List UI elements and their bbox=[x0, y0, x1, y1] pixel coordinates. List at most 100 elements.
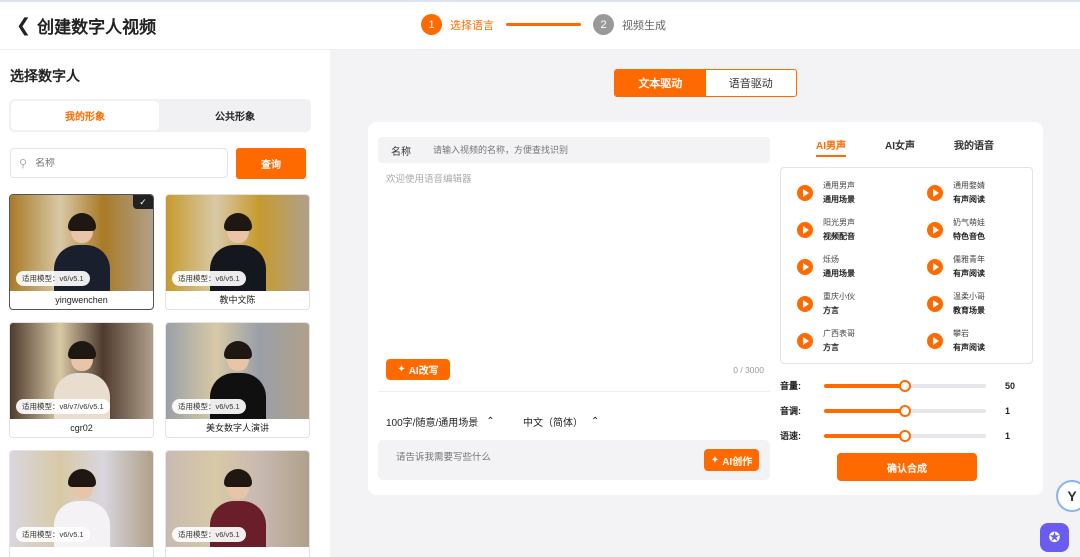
voice-drive-tab[interactable]: 语音驱动 bbox=[706, 70, 797, 96]
tab-public-avatars[interactable]: 公共形象 bbox=[161, 101, 309, 130]
play-icon[interactable] bbox=[797, 184, 813, 201]
voice-type: 有声阅读 bbox=[953, 343, 985, 352]
voice-name: 奶气萌娃 bbox=[953, 218, 985, 227]
voice-item[interactable]: 儒雅青年 有声阅读 bbox=[927, 254, 985, 279]
voice-type: 视频配音 bbox=[823, 232, 855, 241]
voice-list: 通用男声 通用场景 通用婺婧 有声阅读 阳光男声 视频配音 奶气萌娃 特色音色 烁炀 通用场景 儒雅… bbox=[780, 167, 1033, 364]
play-icon[interactable] bbox=[797, 258, 813, 275]
avatar-card[interactable]: 适用模型：v6/v5.1 bbox=[165, 450, 310, 557]
search-input[interactable] bbox=[35, 157, 206, 169]
play-icon[interactable] bbox=[797, 221, 813, 238]
prompt-input[interactable] bbox=[396, 452, 676, 463]
tab-my-avatars[interactable]: 我的形象 bbox=[11, 101, 159, 130]
name-row: 名称 bbox=[378, 137, 770, 163]
slider-handle[interactable] bbox=[899, 379, 911, 392]
slider-label: 语速: bbox=[780, 431, 801, 441]
play-icon[interactable] bbox=[797, 332, 813, 349]
avatar-thumbnail: 适用模型：v6/v5.1 bbox=[10, 451, 153, 547]
voice-name: 重庆小伙 bbox=[823, 292, 855, 301]
tab-ai-female[interactable]: AI女声 bbox=[885, 137, 915, 152]
magic-wand-icon: ✦ bbox=[710, 454, 720, 466]
voice-name: 烁炀 bbox=[823, 255, 839, 264]
voice-item[interactable]: 通用男声 通用场景 bbox=[797, 180, 855, 205]
language-select[interactable]: 中文（简体） ⌃ bbox=[515, 409, 608, 433]
tab-ai-male[interactable]: AI男声 bbox=[816, 137, 846, 157]
slider-label: 音调: bbox=[780, 406, 801, 416]
voice-item[interactable]: 通用婺婧 有声阅读 bbox=[927, 180, 985, 205]
chevron-up-icon: ⌃ bbox=[486, 415, 495, 427]
text-drive-tab[interactable]: 文本驱动 bbox=[615, 70, 706, 96]
voice-item[interactable]: 阳光男声 视频配音 bbox=[797, 217, 855, 242]
avatar-tabs: 我的形象 公共形象 bbox=[9, 99, 311, 132]
avatar-name: yingwenchen bbox=[55, 295, 108, 305]
voice-name: 广西表哥 bbox=[823, 329, 855, 338]
slider-row: 语速: 1 bbox=[780, 429, 1010, 442]
play-icon[interactable] bbox=[927, 332, 943, 349]
voice-type: 有声阅读 bbox=[953, 269, 985, 278]
ai-create-button[interactable]: ✦ AI创作 bbox=[704, 449, 759, 471]
avatar-card[interactable]: 适用模型：v8/v7/v6/v5.1 cgr02 bbox=[9, 322, 154, 438]
avatar-name: 美女数字人演讲 bbox=[205, 423, 269, 433]
slider-track[interactable] bbox=[824, 379, 986, 392]
back-button[interactable]: ❮ 创建数字人视频 bbox=[16, 13, 156, 38]
avatar-name: 教中文陈 bbox=[219, 295, 256, 305]
play-icon[interactable] bbox=[927, 221, 943, 238]
slider-track[interactable] bbox=[824, 404, 986, 417]
avatar-card[interactable]: 适用模型：v6/v5.1 美女数字人演讲 bbox=[165, 322, 310, 438]
avatar-card[interactable]: 适用模型：v6/v5.1 教中文陈 bbox=[165, 194, 310, 310]
ai-rewrite-button[interactable]: ✦ AI改写 bbox=[386, 359, 450, 380]
avatar-card[interactable]: 适用模型：v6/v5.1 bbox=[9, 450, 154, 557]
feedback-float-icon[interactable]: ✪ bbox=[1040, 523, 1069, 552]
sidebar-title: 选择数字人 bbox=[10, 68, 80, 84]
voice-item[interactable]: 重庆小伙 方言 bbox=[797, 291, 855, 316]
voice-item[interactable]: 攀岩 有声阅读 bbox=[927, 328, 985, 353]
search-button[interactable]: 查询 bbox=[236, 148, 306, 179]
voice-item[interactable]: 奶气萌娃 特色音色 bbox=[927, 217, 985, 242]
model-tag: 适用模型：v6/v5.1 bbox=[172, 399, 246, 414]
avatar-thumbnail: 适用模型：v8/v7/v6/v5.1 bbox=[10, 323, 153, 419]
voice-item[interactable]: 温柔小哥 教育场景 bbox=[927, 291, 985, 316]
voice-name: 儒雅青年 bbox=[953, 255, 985, 264]
voice-name: 温柔小哥 bbox=[953, 292, 985, 301]
slider-handle[interactable] bbox=[899, 429, 911, 442]
ai-rewrite-label: AI改写 bbox=[408, 366, 439, 377]
avatar-thumbnail: 适用模型：v6/v5.1 bbox=[166, 323, 309, 419]
chevron-left-icon: ❮ bbox=[16, 15, 32, 35]
magic-wand-icon: ✦ bbox=[397, 364, 406, 375]
ai-create-label: AI创作 bbox=[722, 456, 753, 468]
voice-type: 特色音色 bbox=[953, 232, 985, 241]
confirm-synthesis-button[interactable]: 确认合成 bbox=[837, 453, 977, 481]
play-icon[interactable] bbox=[927, 295, 943, 312]
voice-name: 阳光男声 bbox=[823, 218, 855, 227]
style-select[interactable]: 100字/随意/通用场景 ⌃ bbox=[378, 409, 503, 433]
avatar-name: cgr02 bbox=[70, 423, 93, 433]
script-editor[interactable]: 欢迎使用语音编辑器 ✦ AI改写 0 / 3000 bbox=[378, 167, 770, 392]
prompt-box: ✦ AI创作 bbox=[378, 440, 770, 480]
tab-my-voice[interactable]: 我的语音 bbox=[954, 137, 994, 152]
voice-type: 通用场景 bbox=[823, 195, 855, 204]
checkmark-icon: ✓ bbox=[133, 195, 153, 209]
voice-type: 教育场景 bbox=[953, 306, 985, 315]
slider-track[interactable] bbox=[824, 429, 986, 442]
search-box: ⚲ bbox=[10, 148, 228, 178]
voice-item[interactable]: 广西表哥 方言 bbox=[797, 328, 855, 353]
avatar-sidebar: 选择数字人 我的形象 公共形象 ⚲ 查询 适用模型：v6/v5.1 ✓ yingwe… bbox=[0, 50, 330, 557]
avatar-card[interactable]: 适用模型：v6/v5.1 ✓ yingwenchen bbox=[9, 194, 154, 310]
voice-name: 通用婺婧 bbox=[953, 181, 985, 190]
assistant-float-icon[interactable]: Y bbox=[1056, 480, 1080, 512]
voice-type: 通用场景 bbox=[823, 269, 855, 278]
voice-type: 方言 bbox=[823, 306, 839, 315]
video-name-input[interactable] bbox=[433, 145, 753, 155]
char-count: 0 / 3000 bbox=[733, 365, 764, 375]
play-icon[interactable] bbox=[797, 295, 813, 312]
slider-handle[interactable] bbox=[899, 404, 911, 417]
main-area: 文本驱动 语音驱动 名称 欢迎使用语音编辑器 ✦ AI改写 0 / 3000 1… bbox=[330, 50, 1080, 557]
model-tag: 适用模型：v8/v7/v6/v5.1 bbox=[16, 399, 110, 414]
voice-type: 方言 bbox=[823, 343, 839, 352]
slider-value: 1 bbox=[1005, 405, 1011, 416]
header: ❮ 创建数字人视频 1 选择语言 2 视频生成 bbox=[0, 0, 1080, 50]
voice-item[interactable]: 烁炀 通用场景 bbox=[797, 254, 855, 279]
play-icon[interactable] bbox=[927, 184, 943, 201]
play-icon[interactable] bbox=[927, 258, 943, 275]
name-label: 名称 bbox=[391, 146, 411, 158]
